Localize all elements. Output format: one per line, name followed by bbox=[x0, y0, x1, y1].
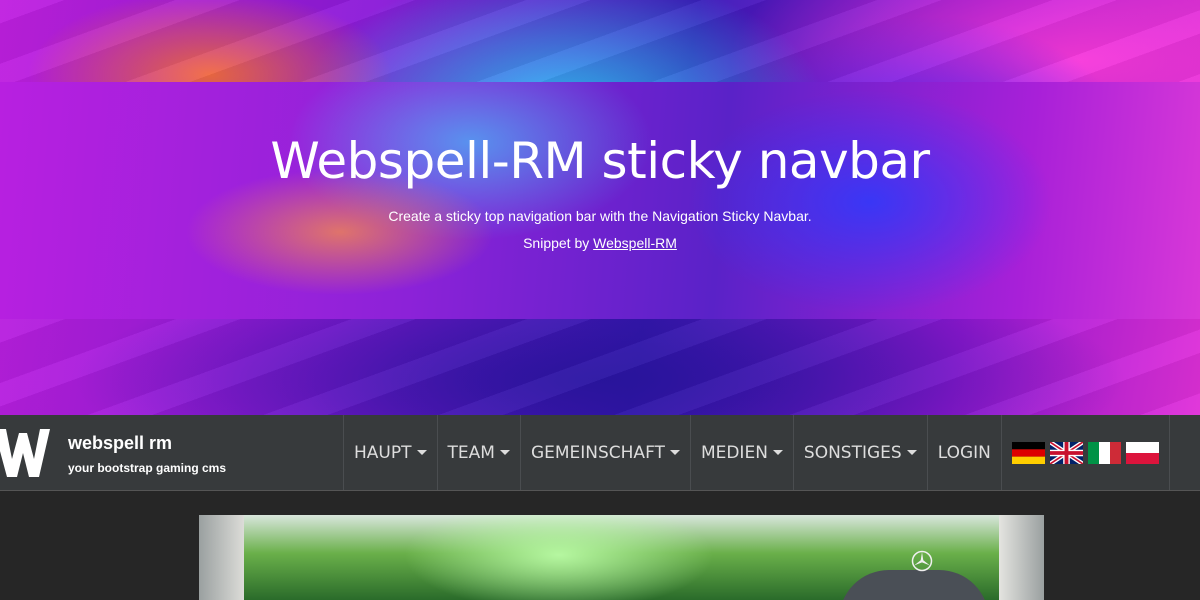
caret-down-icon bbox=[772, 450, 783, 455]
image-wall-right bbox=[999, 515, 1044, 600]
nav-item-login[interactable]: LOGIN bbox=[926, 415, 1001, 490]
navbar: HAUPT TEAM GEMEINSCHAFT MEDIEN SONSTIGES… bbox=[0, 415, 1200, 491]
nav-item-haupt[interactable]: HAUPT bbox=[343, 415, 437, 490]
nav-item-label: SONSTIGES bbox=[803, 442, 902, 463]
italian-flag-icon[interactable] bbox=[1087, 441, 1121, 464]
nav-item-label: MEDIEN bbox=[700, 442, 768, 463]
nav-item-label: TEAM bbox=[447, 442, 495, 463]
nav-item-gemeinschaft[interactable]: GEMEINSCHAFT bbox=[519, 415, 690, 490]
caret-down-icon bbox=[906, 450, 917, 455]
featured-image bbox=[199, 515, 1044, 600]
nav-item-medien[interactable]: MEDIEN bbox=[689, 415, 793, 490]
german-flag-icon[interactable] bbox=[1011, 441, 1045, 464]
polish-flag-icon[interactable] bbox=[1125, 441, 1159, 464]
credit-prefix: Snippet by bbox=[523, 235, 594, 251]
nav-item-label: GEMEINSCHAFT bbox=[530, 442, 665, 463]
caret-down-icon bbox=[669, 450, 680, 455]
caret-down-icon bbox=[416, 450, 427, 455]
mercedes-star-icon bbox=[911, 550, 933, 572]
uk-flag-icon[interactable] bbox=[1049, 441, 1083, 464]
hero-highlight-band bbox=[0, 82, 1200, 319]
nav-item-sonstiges[interactable]: SONSTIGES bbox=[792, 415, 927, 490]
nav-item-label: LOGIN bbox=[937, 442, 991, 463]
nav-item-label: HAUPT bbox=[354, 442, 412, 463]
main-nav: HAUPT TEAM GEMEINSCHAFT MEDIEN SONSTIGES… bbox=[343, 415, 1170, 490]
nav-item-team[interactable]: TEAM bbox=[436, 415, 520, 490]
credit-link[interactable]: Webspell-RM bbox=[593, 235, 677, 251]
image-wall-left bbox=[199, 515, 244, 600]
caret-down-icon bbox=[499, 450, 510, 455]
hero-title: Webspell-RM sticky navbar bbox=[270, 132, 930, 190]
hero-credit: Snippet by Webspell-RM bbox=[0, 235, 1200, 251]
hero-subtitle: Create a sticky top navigation bar with … bbox=[388, 208, 812, 224]
brand-tagline: your bootstrap gaming cms bbox=[68, 461, 227, 475]
w-logo-icon[interactable] bbox=[0, 423, 52, 483]
brand-name[interactable]: webspell rm bbox=[68, 433, 172, 454]
car-silhouette bbox=[839, 570, 989, 600]
language-switcher bbox=[1000, 415, 1170, 490]
